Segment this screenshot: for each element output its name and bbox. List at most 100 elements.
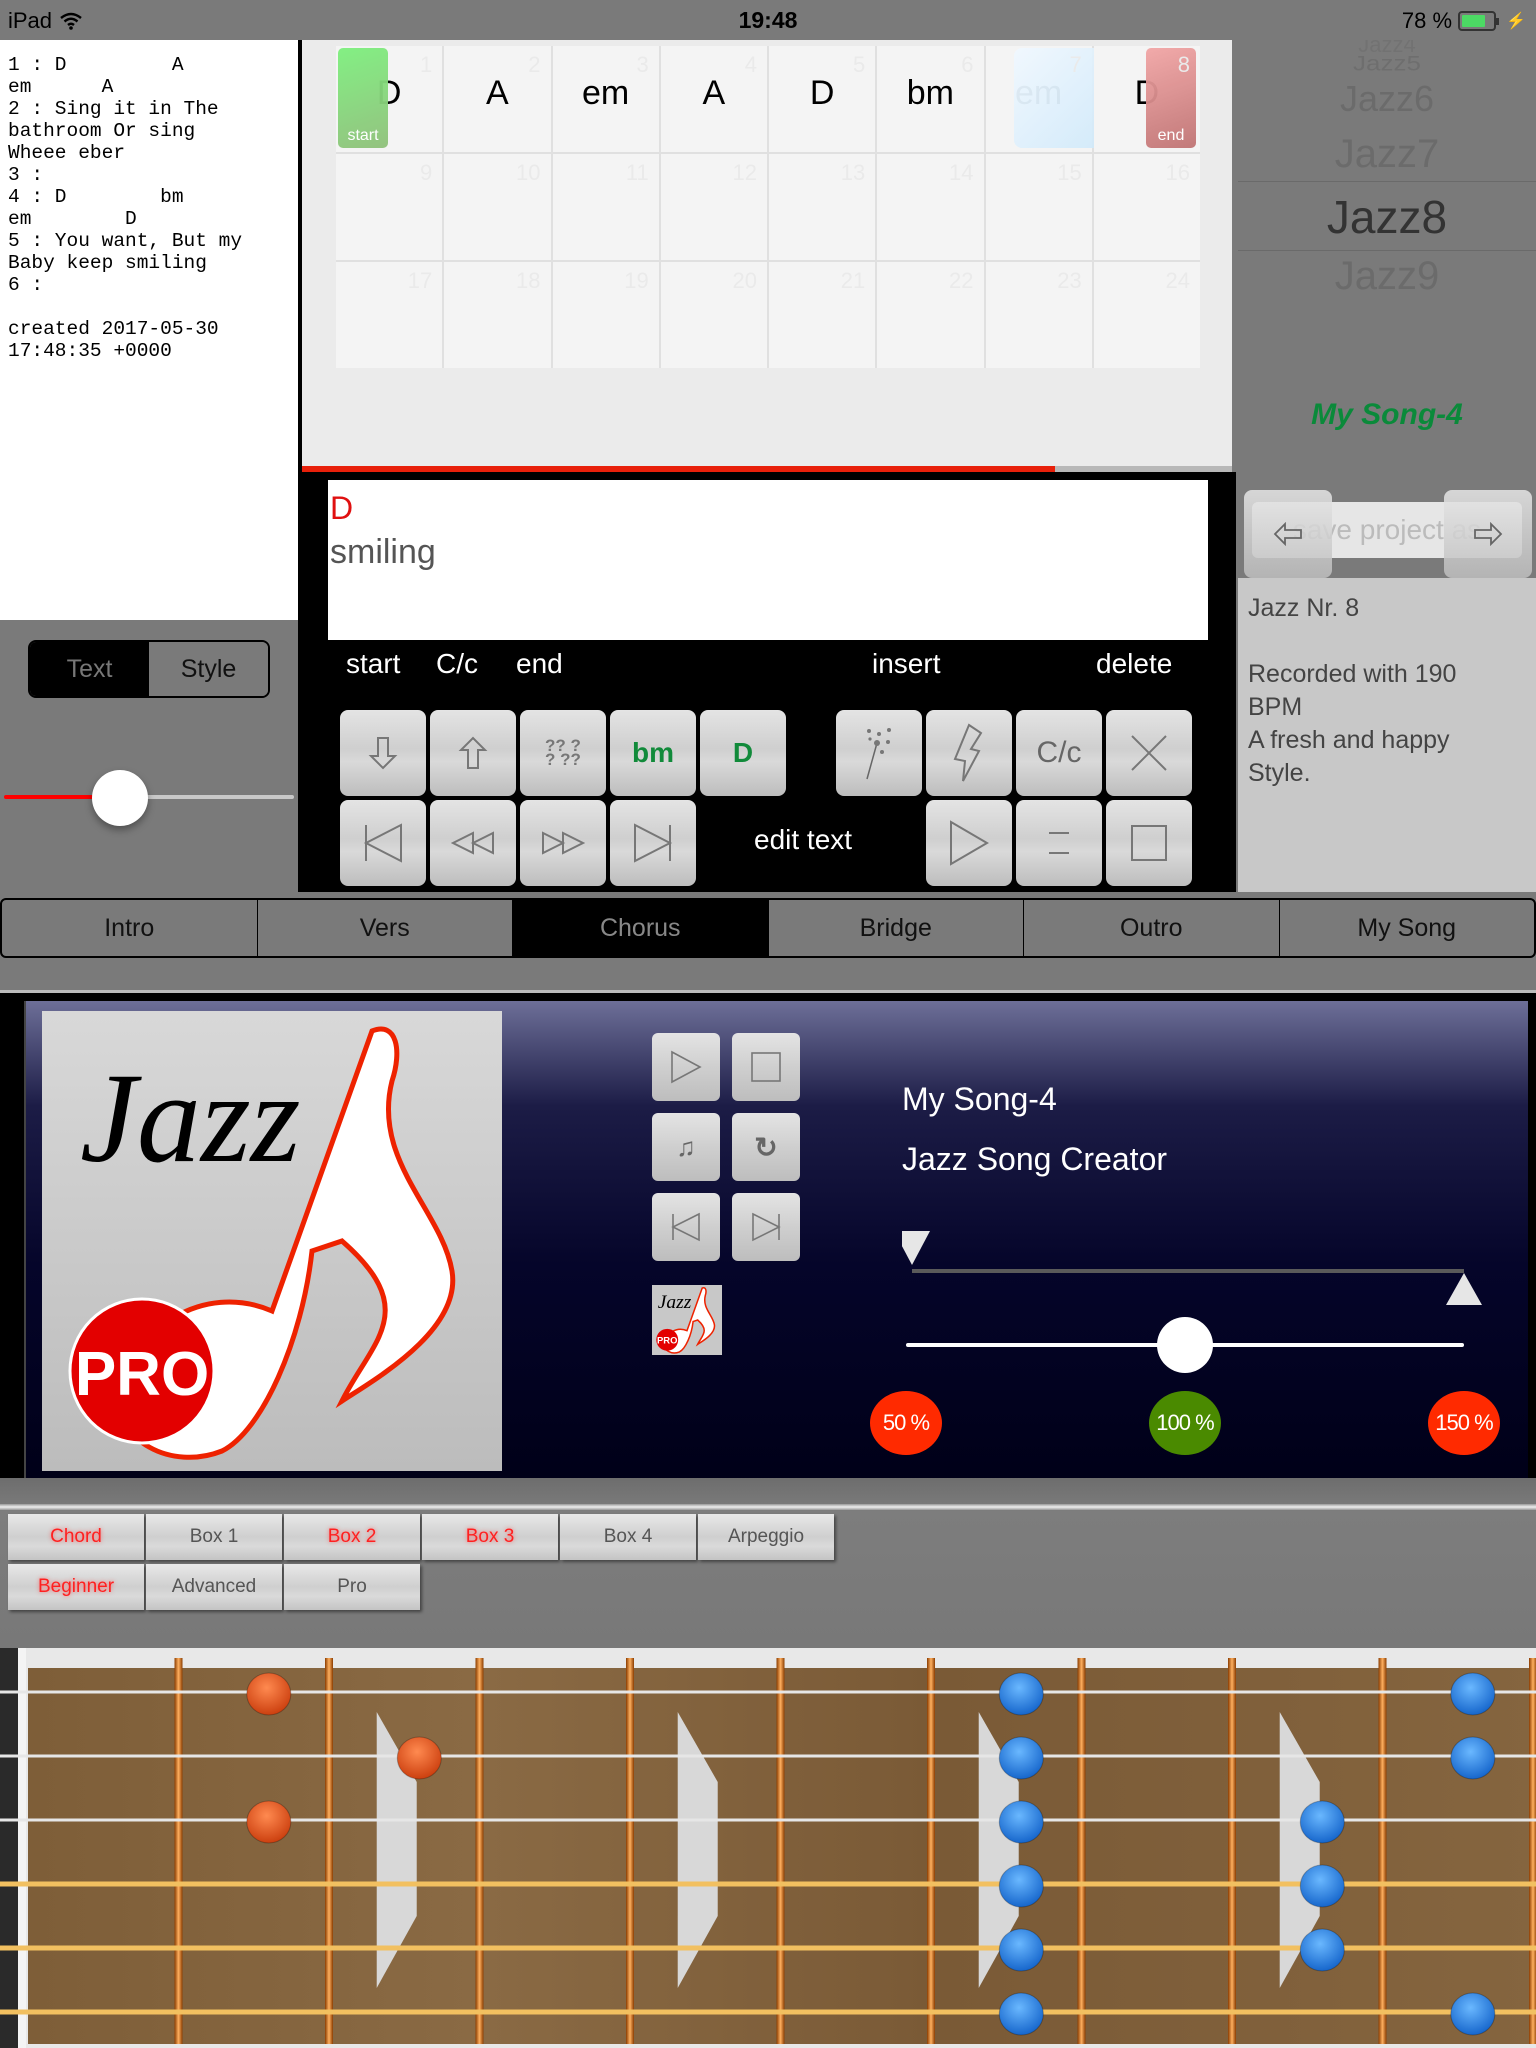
chord-note-dot[interactable] [246,1800,292,1844]
player-play-button[interactable] [652,1033,720,1101]
chord-note-dot[interactable] [246,1672,292,1716]
previous-button[interactable] [1244,490,1332,578]
chord-cell[interactable]: 19 [552,262,659,368]
picker-item-selected[interactable]: Jazz8 [1238,190,1536,244]
chord-cell[interactable]: Dend8 [1093,46,1200,152]
player-previous-button[interactable] [652,1193,720,1261]
picker-item[interactable]: Jazz6 [1238,78,1536,120]
chord-cell[interactable]: 12 [660,154,767,260]
mode-chord-button[interactable]: Chord [8,1514,144,1560]
go-to-start-button[interactable] [340,800,426,886]
picker-item[interactable]: Jazz9 [1238,254,1536,299]
mode-beginner-button[interactable]: Beginner [8,1564,144,1610]
chord-cell[interactable]: 14 [877,154,984,260]
picker-item[interactable]: Jazz5 [1238,51,1536,76]
tab-my-song[interactable]: My Song [1278,900,1535,956]
next-button[interactable] [1444,490,1532,578]
guitar-fretboard[interactable] [0,1648,1536,2048]
chord-bm-button[interactable]: bm [610,710,696,796]
chord-cell[interactable]: 21 [769,262,876,368]
mode-box-3-button[interactable]: Box 3 [422,1514,558,1560]
tab-vers[interactable]: Vers [256,900,513,956]
chord-cell[interactable]: 11 [552,154,659,260]
mode-advanced-button[interactable]: Advanced [146,1564,282,1610]
stop-button[interactable] [1106,800,1192,886]
chord-cell[interactable]: 23 [985,262,1092,368]
scale-note-dot[interactable] [998,1992,1044,2036]
lyrics-text-view[interactable]: 1 : D A em A 2 : Sing it in The bathroom… [0,40,298,620]
player-repeat-button[interactable]: ↻ [732,1113,800,1181]
scale-note-dot[interactable] [998,1672,1044,1716]
chord-note-dot[interactable] [396,1736,442,1780]
tempo-preset-50[interactable]: 50 % [870,1391,942,1455]
tempo-slider[interactable] [902,1317,1482,1373]
slider-thumb[interactable] [92,770,148,826]
segment-text[interactable]: Text [30,642,149,696]
chord-cell[interactable]: 16 [1093,154,1200,260]
chord-cell[interactable]: 18 [444,262,551,368]
chord-cell[interactable]: em 3 [552,46,659,152]
loop-range-slider[interactable] [894,1229,1482,1309]
random-chords-button[interactable]: ?? ?? ?? [520,710,606,796]
equal-button[interactable] [1016,800,1102,886]
mode-pro-button[interactable]: Pro [284,1564,420,1610]
scale-note-dot[interactable] [1450,1992,1496,2036]
tab-outro[interactable]: Outro [1023,900,1279,956]
fast-forward-button[interactable] [520,800,606,886]
scale-note-dot[interactable] [1299,1928,1345,1972]
move-down-button[interactable] [340,710,426,796]
mode-box-2-button[interactable]: Box 2 [284,1514,420,1560]
insert-flash-button[interactable] [926,710,1012,796]
insert-magic-button[interactable] [836,710,922,796]
move-up-button[interactable] [430,710,516,796]
chord-d-button[interactable]: D [700,710,786,796]
tab-intro[interactable]: Intro [2,900,257,956]
chord-cell[interactable]: 15 [985,154,1092,260]
scale-note-dot[interactable] [1299,1864,1345,1908]
rewind-button[interactable] [430,800,516,886]
scale-note-dot[interactable] [998,1800,1044,1844]
chord-cell[interactable]: A2 [444,46,551,152]
text-style-toggle[interactable]: Text Style [28,640,270,698]
chord-cell[interactable]: 10 [444,154,551,260]
picker-item[interactable]: Jazz7 [1238,132,1536,177]
start-marker[interactable]: start [338,48,388,148]
mini-app-icon[interactable]: Jazz PRO [652,1285,722,1355]
chord-cell[interactable]: 22 [877,262,984,368]
style-picker[interactable]: Jazz4 Jazz5 Jazz6 Jazz7 Jazz8 Jazz9 My S… [1238,40,1536,580]
tab-bridge[interactable]: Bridge [767,900,1024,956]
loop-end-handle[interactable] [1446,1273,1482,1305]
tempo-preset-100[interactable]: 100 % [1149,1391,1221,1455]
chord-cell[interactable]: D5 [769,46,876,152]
scale-note-dot[interactable] [998,1864,1044,1908]
chord-cell[interactable]: bm 6 [877,46,984,152]
player-next-button[interactable] [732,1193,800,1261]
mode-box-1-button[interactable]: Box 1 [146,1514,282,1560]
chord-cell[interactable]: 20 [660,262,767,368]
scale-note-dot[interactable] [1299,1800,1345,1844]
scale-note-dot[interactable] [998,1928,1044,1972]
tab-chorus[interactable]: Chorus [512,900,768,956]
delete-button[interactable] [1106,710,1192,796]
mode-box-4-button[interactable]: Box 4 [560,1514,696,1560]
tempo-preset-150[interactable]: 150 % [1428,1391,1500,1455]
chord-cell[interactable]: em7 [985,46,1114,152]
loop-start-handle[interactable] [894,1231,930,1265]
go-to-end-button[interactable] [610,800,696,886]
player-stop-button[interactable] [732,1033,800,1101]
scale-note-dot[interactable] [1450,1672,1496,1716]
player-music-button[interactable]: ♫ [652,1113,720,1181]
edit-text-button[interactable]: edit text [754,824,852,856]
scale-note-dot[interactable] [1450,1736,1496,1780]
chord-cell[interactable]: Dstart 1 [336,46,443,152]
chord-cell[interactable]: 17 [336,262,443,368]
chord-cell[interactable]: 13 [769,154,876,260]
play-button[interactable] [926,800,1012,886]
chord-cell[interactable]: A4 [660,46,767,152]
tempo-thumb[interactable] [1157,1317,1213,1373]
segment-style[interactable]: Style [149,642,268,696]
scale-note-dot[interactable] [998,1736,1044,1780]
mode-arpeggio-button[interactable]: Arpeggio [698,1514,834,1560]
text-size-slider[interactable] [4,770,294,826]
case-toggle-button[interactable]: C/c [1016,710,1102,796]
